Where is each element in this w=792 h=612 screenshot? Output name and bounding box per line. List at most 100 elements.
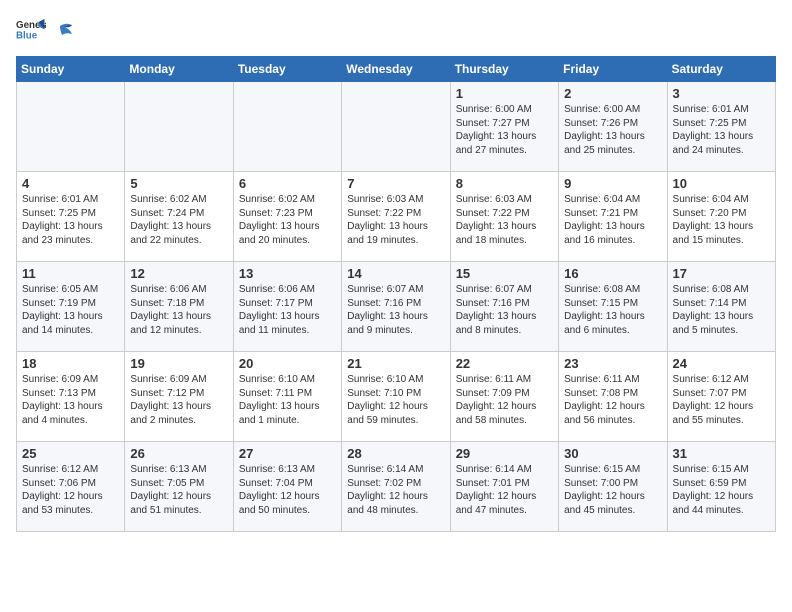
calendar-cell: 25Sunrise: 6:12 AM Sunset: 7:06 PM Dayli… [17,442,125,532]
day-number: 9 [564,176,661,191]
calendar-cell: 20Sunrise: 6:10 AM Sunset: 7:11 PM Dayli… [233,352,341,442]
day-number: 21 [347,356,444,371]
day-number: 24 [673,356,770,371]
calendar-cell: 28Sunrise: 6:14 AM Sunset: 7:02 PM Dayli… [342,442,450,532]
page-header: General Blue [16,16,776,46]
day-content: Sunrise: 6:01 AM Sunset: 7:25 PM Dayligh… [673,103,770,157]
day-number: 31 [673,446,770,461]
day-content: Sunrise: 6:06 AM Sunset: 7:18 PM Dayligh… [130,283,227,337]
day-number: 19 [130,356,227,371]
calendar-cell: 27Sunrise: 6:13 AM Sunset: 7:04 PM Dayli… [233,442,341,532]
day-number: 4 [22,176,119,191]
calendar-cell: 4 Sunrise: 6:01 AM Sunset: 7:25 PM Daylig… [17,172,125,262]
day-number: 17 [673,266,770,281]
day-content: Sunrise: 6:08 AM Sunset: 7:14 PM Dayligh… [673,283,770,337]
day-number: 29 [456,446,553,461]
calendar-cell: 21 Sunrise: 6:10 AM Sunset: 7:10 PM Dayli… [342,352,450,442]
day-number: 2 [564,86,661,101]
calendar-cell: 10 Sunrise: 6:04 AM Sunset: 7:20 PM Dayli… [667,172,775,262]
day-number: 27 [239,446,336,461]
calendar-cell: 9 Sunrise: 6:04 AM Sunset: 7:21 PM Daylig… [559,172,667,262]
calendar-cell: 1 Sunrise: 6:00 AM Sunset: 7:27 PM Daylig… [450,82,558,172]
day-number: 10 [673,176,770,191]
day-content: Sunrise: 6:15 AM Sunset: 6:59 PM Dayligh… [673,463,770,517]
calendar-cell: 14 Sunrise: 6:07 AM Sunset: 7:16 PM Dayli… [342,262,450,352]
calendar-cell [233,82,341,172]
calendar-cell: 7 Sunrise: 6:03 AM Sunset: 7:22 PM Daylig… [342,172,450,262]
day-content: Sunrise: 6:01 AM Sunset: 7:25 PM Dayligh… [22,193,119,247]
calendar-cell: 5Sunrise: 6:02 AM Sunset: 7:24 PM Daylig… [125,172,233,262]
weekday-header-monday: Monday [125,57,233,82]
logo: General Blue [16,16,76,46]
calendar-cell: 16 Sunrise: 6:08 AM Sunset: 7:15 PM Dayli… [559,262,667,352]
day-content: Sunrise: 6:06 AM Sunset: 7:17 PM Dayligh… [239,283,336,337]
calendar-cell: 29 Sunrise: 6:14 AM Sunset: 7:01 PM Dayli… [450,442,558,532]
day-content: Sunrise: 6:14 AM Sunset: 7:01 PM Dayligh… [456,463,553,517]
day-number: 1 [456,86,553,101]
calendar-cell: 6 Sunrise: 6:02 AM Sunset: 7:23 PM Daylig… [233,172,341,262]
day-content: Sunrise: 6:04 AM Sunset: 7:20 PM Dayligh… [673,193,770,247]
day-content: Sunrise: 6:13 AM Sunset: 7:05 PM Dayligh… [130,463,227,517]
calendar-cell: 3 Sunrise: 6:01 AM Sunset: 7:25 PM Daylig… [667,82,775,172]
weekday-header-thursday: Thursday [450,57,558,82]
weekday-header-friday: Friday [559,57,667,82]
day-content: Sunrise: 6:14 AM Sunset: 7:02 PM Dayligh… [347,463,444,517]
day-number: 16 [564,266,661,281]
day-content: Sunrise: 6:07 AM Sunset: 7:16 PM Dayligh… [456,283,553,337]
day-number: 22 [456,356,553,371]
day-content: Sunrise: 6:12 AM Sunset: 7:06 PM Dayligh… [22,463,119,517]
calendar-cell: 22 Sunrise: 6:11 AM Sunset: 7:09 PM Dayli… [450,352,558,442]
day-content: Sunrise: 6:04 AM Sunset: 7:21 PM Dayligh… [564,193,661,247]
day-content: Sunrise: 6:00 AM Sunset: 7:27 PM Dayligh… [456,103,553,157]
day-number: 7 [347,176,444,191]
calendar-table: SundayMondayTuesdayWednesdayThursdayFrid… [16,56,776,532]
day-content: Sunrise: 6:03 AM Sunset: 7:22 PM Dayligh… [347,193,444,247]
day-number: 5 [130,176,227,191]
day-number: 6 [239,176,336,191]
svg-text:Blue: Blue [16,31,38,42]
day-number: 26 [130,446,227,461]
day-number: 3 [673,86,770,101]
day-content: Sunrise: 6:08 AM Sunset: 7:15 PM Dayligh… [564,283,661,337]
calendar-cell: 8 Sunrise: 6:03 AM Sunset: 7:22 PM Daylig… [450,172,558,262]
calendar-cell [125,82,233,172]
day-content: Sunrise: 6:03 AM Sunset: 7:22 PM Dayligh… [456,193,553,247]
day-content: Sunrise: 6:05 AM Sunset: 7:19 PM Dayligh… [22,283,119,337]
day-content: Sunrise: 6:11 AM Sunset: 7:09 PM Dayligh… [456,373,553,427]
day-number: 13 [239,266,336,281]
day-content: Sunrise: 6:10 AM Sunset: 7:10 PM Dayligh… [347,373,444,427]
day-content: Sunrise: 6:11 AM Sunset: 7:08 PM Dayligh… [564,373,661,427]
calendar-cell: 26 Sunrise: 6:13 AM Sunset: 7:05 PM Dayli… [125,442,233,532]
day-content: Sunrise: 6:09 AM Sunset: 7:12 PM Dayligh… [130,373,227,427]
logo-icon: General Blue [16,16,46,46]
logo-bird-icon [52,22,74,40]
calendar-cell: 23 Sunrise: 6:11 AM Sunset: 7:08 PM Dayli… [559,352,667,442]
day-number: 11 [22,266,119,281]
day-content: Sunrise: 6:00 AM Sunset: 7:26 PM Dayligh… [564,103,661,157]
day-number: 12 [130,266,227,281]
weekday-header-wednesday: Wednesday [342,57,450,82]
day-number: 8 [456,176,553,191]
calendar-cell: 12 Sunrise: 6:06 AM Sunset: 7:18 PM Dayli… [125,262,233,352]
day-number: 15 [456,266,553,281]
day-number: 20 [239,356,336,371]
weekday-header-saturday: Saturday [667,57,775,82]
day-content: Sunrise: 6:09 AM Sunset: 7:13 PM Dayligh… [22,373,119,427]
day-number: 23 [564,356,661,371]
calendar-cell: 15 Sunrise: 6:07 AM Sunset: 7:16 PM Dayli… [450,262,558,352]
calendar-cell: 19 Sunrise: 6:09 AM Sunset: 7:12 PM Dayli… [125,352,233,442]
day-content: Sunrise: 6:12 AM Sunset: 7:07 PM Dayligh… [673,373,770,427]
calendar-cell: 30Sunrise: 6:15 AM Sunset: 7:00 PM Dayli… [559,442,667,532]
day-number: 14 [347,266,444,281]
calendar-cell [17,82,125,172]
day-number: 30 [564,446,661,461]
calendar-cell: 18Sunrise: 6:09 AM Sunset: 7:13 PM Dayli… [17,352,125,442]
calendar-cell [342,82,450,172]
calendar-cell: 31 Sunrise: 6:15 AM Sunset: 6:59 PM Dayli… [667,442,775,532]
weekday-header-sunday: Sunday [17,57,125,82]
day-content: Sunrise: 6:07 AM Sunset: 7:16 PM Dayligh… [347,283,444,337]
calendar-cell: 11 Sunrise: 6:05 AM Sunset: 7:19 PM Dayli… [17,262,125,352]
day-content: Sunrise: 6:02 AM Sunset: 7:23 PM Dayligh… [239,193,336,247]
weekday-header-tuesday: Tuesday [233,57,341,82]
calendar-cell: 2 Sunrise: 6:00 AM Sunset: 7:26 PM Daylig… [559,82,667,172]
